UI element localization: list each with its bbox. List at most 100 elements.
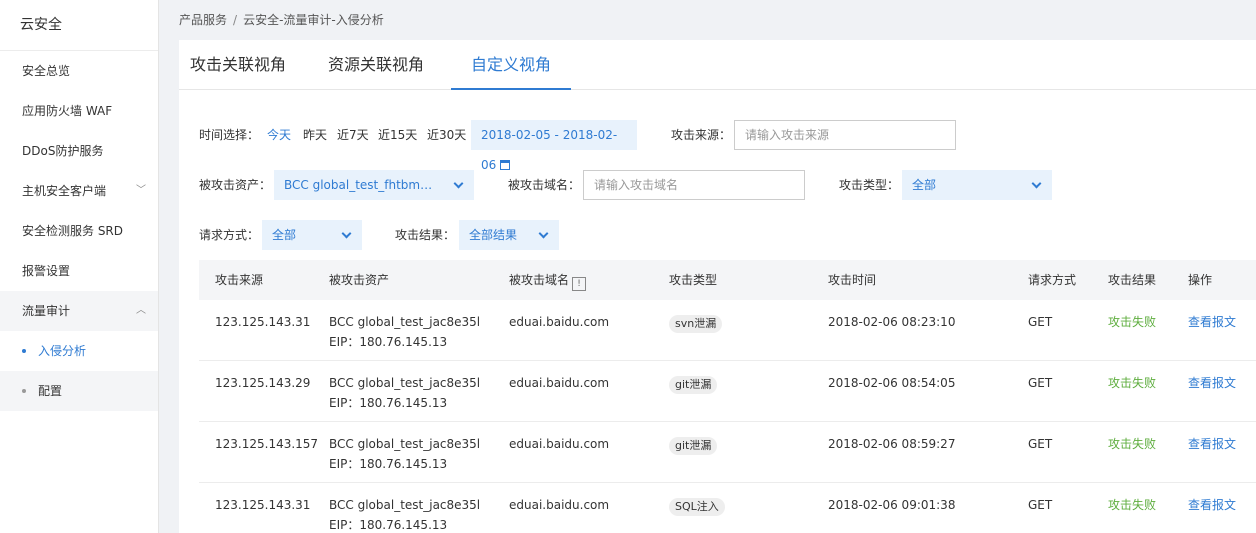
- info-icon[interactable]: !: [572, 277, 587, 291]
- sidebar-item-label: DDoS防护服务: [22, 144, 104, 158]
- cell-asset: BCC global_test_jac8e35l EIP：180.76.145.1…: [329, 373, 480, 413]
- breadcrumb: 产品服务 / 云安全-流量审计-入侵分析: [159, 0, 1256, 40]
- quick-30days[interactable]: 近30天: [427, 120, 466, 150]
- sidebar: 云安全 安全总览 应用防火墙 WAF DDoS防护服务 主机安全客户端 ﹀ 安全检…: [0, 0, 159, 533]
- sidebar-item-label: 安全总览: [22, 64, 71, 78]
- cell-time: 2018-02-06 09:01:38: [828, 498, 956, 512]
- filter-row-time: 时间选择： 今天 昨天 近7天 近15天 近30天 2018-02-05 - 2…: [179, 120, 1256, 172]
- result-select[interactable]: 全部结果: [459, 220, 559, 250]
- bullet-icon: [22, 349, 26, 353]
- cell-asset-eip: EIP：180.76.145.13: [329, 518, 448, 532]
- sidebar-item-alarm[interactable]: 报警设置: [0, 251, 158, 291]
- sidebar-item-label: 流量审计: [22, 304, 71, 318]
- col-source: 攻击来源: [215, 273, 264, 287]
- cell-type: git泄漏: [669, 373, 718, 394]
- sidebar-subitem-intrusion-analysis[interactable]: 入侵分析: [0, 331, 158, 371]
- filter-row-method: 请求方式： 全部 攻击结果： 全部结果: [179, 220, 1256, 250]
- type-select[interactable]: 全部: [902, 170, 1052, 200]
- table-header: 攻击来源 被攻击资产 被攻击域名! 攻击类型 攻击时间 请求方式 攻击结果 操作: [199, 260, 1256, 300]
- tab-custom-view[interactable]: 自定义视角: [451, 40, 571, 90]
- cell-result: 攻击失败: [1108, 437, 1157, 451]
- cell-method: GET: [1028, 437, 1053, 451]
- domain-input[interactable]: 请输入攻击域名: [583, 170, 805, 200]
- quick-15days[interactable]: 近15天: [378, 120, 417, 150]
- attack-type-tag: git泄漏: [669, 376, 718, 394]
- view-packet-link[interactable]: 查看报文: [1188, 495, 1236, 515]
- col-action: 操作: [1188, 273, 1213, 287]
- quick-today[interactable]: 今天: [267, 120, 291, 150]
- cell-time: 2018-02-06 08:23:10: [828, 315, 956, 329]
- bullet-icon: [22, 389, 26, 393]
- cell-asset-name: BCC global_test_jac8e35l: [329, 498, 481, 512]
- source-label: 攻击来源：: [671, 128, 732, 142]
- breadcrumb-separator: /: [233, 13, 238, 27]
- col-result: 攻击结果: [1108, 273, 1157, 287]
- domain-placeholder: 请输入攻击域名: [594, 178, 679, 192]
- sidebar-item-label: 报警设置: [22, 264, 71, 278]
- col-asset: 被攻击资产: [329, 273, 390, 287]
- cell-result: 攻击失败: [1108, 498, 1157, 512]
- date-range-picker[interactable]: 2018-02-05 - 2018-02-06: [471, 120, 637, 172]
- chevron-down-icon: [538, 228, 549, 239]
- chevron-down-icon: [1031, 178, 1042, 189]
- cell-source: 123.125.143.31: [215, 498, 311, 512]
- sidebar-item-label: 主机安全客户端: [22, 184, 107, 198]
- table-row: 123.125.143.31 BCC global_test_jac8e35l E…: [199, 483, 1256, 533]
- source-placeholder: 请输入攻击来源: [745, 128, 830, 142]
- cell-asset: BCC global_test_jac8e35l EIP：180.76.145.1…: [329, 312, 480, 352]
- chevron-down-icon: [341, 228, 352, 239]
- col-domain: 被攻击域名!: [509, 260, 587, 300]
- tab-resource-view[interactable]: 资源关联视角: [317, 40, 435, 90]
- method-select-value: 全部: [272, 228, 297, 242]
- cell-method: GET: [1028, 498, 1053, 512]
- asset-select[interactable]: BCC global_test_fhtbmz1a...: [274, 170, 474, 200]
- source-input[interactable]: 请输入攻击来源: [734, 120, 956, 150]
- result-label: 攻击结果：: [395, 228, 456, 242]
- breadcrumb-root[interactable]: 产品服务: [179, 13, 227, 27]
- method-select[interactable]: 全部: [262, 220, 362, 250]
- view-tabs: 攻击关联视角 资源关联视角 自定义视角: [179, 40, 1256, 90]
- cell-asset-name: BCC global_test_jac8e35l: [329, 315, 481, 329]
- cell-time: 2018-02-06 08:59:27: [828, 437, 956, 451]
- view-packet-link[interactable]: 查看报文: [1188, 312, 1236, 332]
- sidebar-title: 云安全: [0, 0, 158, 51]
- col-time: 攻击时间: [828, 273, 877, 287]
- chevron-down-icon: ﹀: [136, 185, 146, 196]
- cell-domain: eduai.baidu.com: [509, 498, 610, 512]
- sidebar-item-waf[interactable]: 应用防火墙 WAF: [0, 91, 158, 131]
- cell-source: 123.125.143.157: [215, 437, 319, 451]
- tab-attack-view[interactable]: 攻击关联视角: [179, 40, 297, 90]
- cell-domain: eduai.baidu.com: [509, 315, 610, 329]
- main-panel: 攻击关联视角 资源关联视角 自定义视角 时间选择： 今天 昨天 近7天 近15天…: [179, 40, 1256, 533]
- cell-type: svn泄漏: [669, 312, 723, 333]
- view-packet-link[interactable]: 查看报文: [1188, 373, 1236, 393]
- chevron-down-icon: [453, 178, 464, 189]
- asset-select-value: BCC global_test_fhtbmz1a...: [284, 178, 434, 192]
- table-row: 123.125.143.29 BCC global_test_jac8e35l E…: [199, 361, 1256, 422]
- sidebar-item-srd[interactable]: 安全检测服务 SRD: [0, 211, 158, 251]
- cell-asset-eip: EIP：180.76.145.13: [329, 335, 448, 349]
- calendar-icon: [500, 160, 511, 170]
- sidebar-item-ddos[interactable]: DDoS防护服务: [0, 131, 158, 171]
- col-domain-label: 被攻击域名: [509, 273, 570, 287]
- cell-source: 123.125.143.29: [215, 376, 311, 390]
- cell-type: SQL注入: [669, 495, 725, 516]
- sidebar-item-overview[interactable]: 安全总览: [0, 51, 158, 91]
- sidebar-item-traffic-audit[interactable]: 流量审计 ︿: [0, 291, 158, 331]
- cell-asset-name: BCC global_test_jac8e35l: [329, 437, 481, 451]
- sidebar-item-label: 应用防火墙 WAF: [22, 104, 113, 118]
- cell-result: 攻击失败: [1108, 376, 1157, 390]
- cell-asset-eip: EIP：180.76.145.13: [329, 396, 448, 410]
- method-label: 请求方式：: [199, 228, 260, 242]
- sidebar-subitem-label: 入侵分析: [38, 344, 87, 358]
- cell-method: GET: [1028, 315, 1053, 329]
- quick-7days[interactable]: 近7天: [337, 120, 369, 150]
- sidebar-subitem-config[interactable]: 配置: [0, 371, 158, 411]
- sidebar-item-host-security[interactable]: 主机安全客户端 ﹀: [0, 171, 158, 211]
- view-packet-link[interactable]: 查看报文: [1188, 434, 1236, 454]
- sidebar-group-traffic-audit: 流量审计 ︿ 入侵分析 配置: [0, 291, 158, 411]
- col-method: 请求方式: [1028, 273, 1077, 287]
- cell-result: 攻击失败: [1108, 315, 1157, 329]
- time-label: 时间选择：: [199, 128, 260, 142]
- quick-yesterday[interactable]: 昨天: [303, 120, 327, 150]
